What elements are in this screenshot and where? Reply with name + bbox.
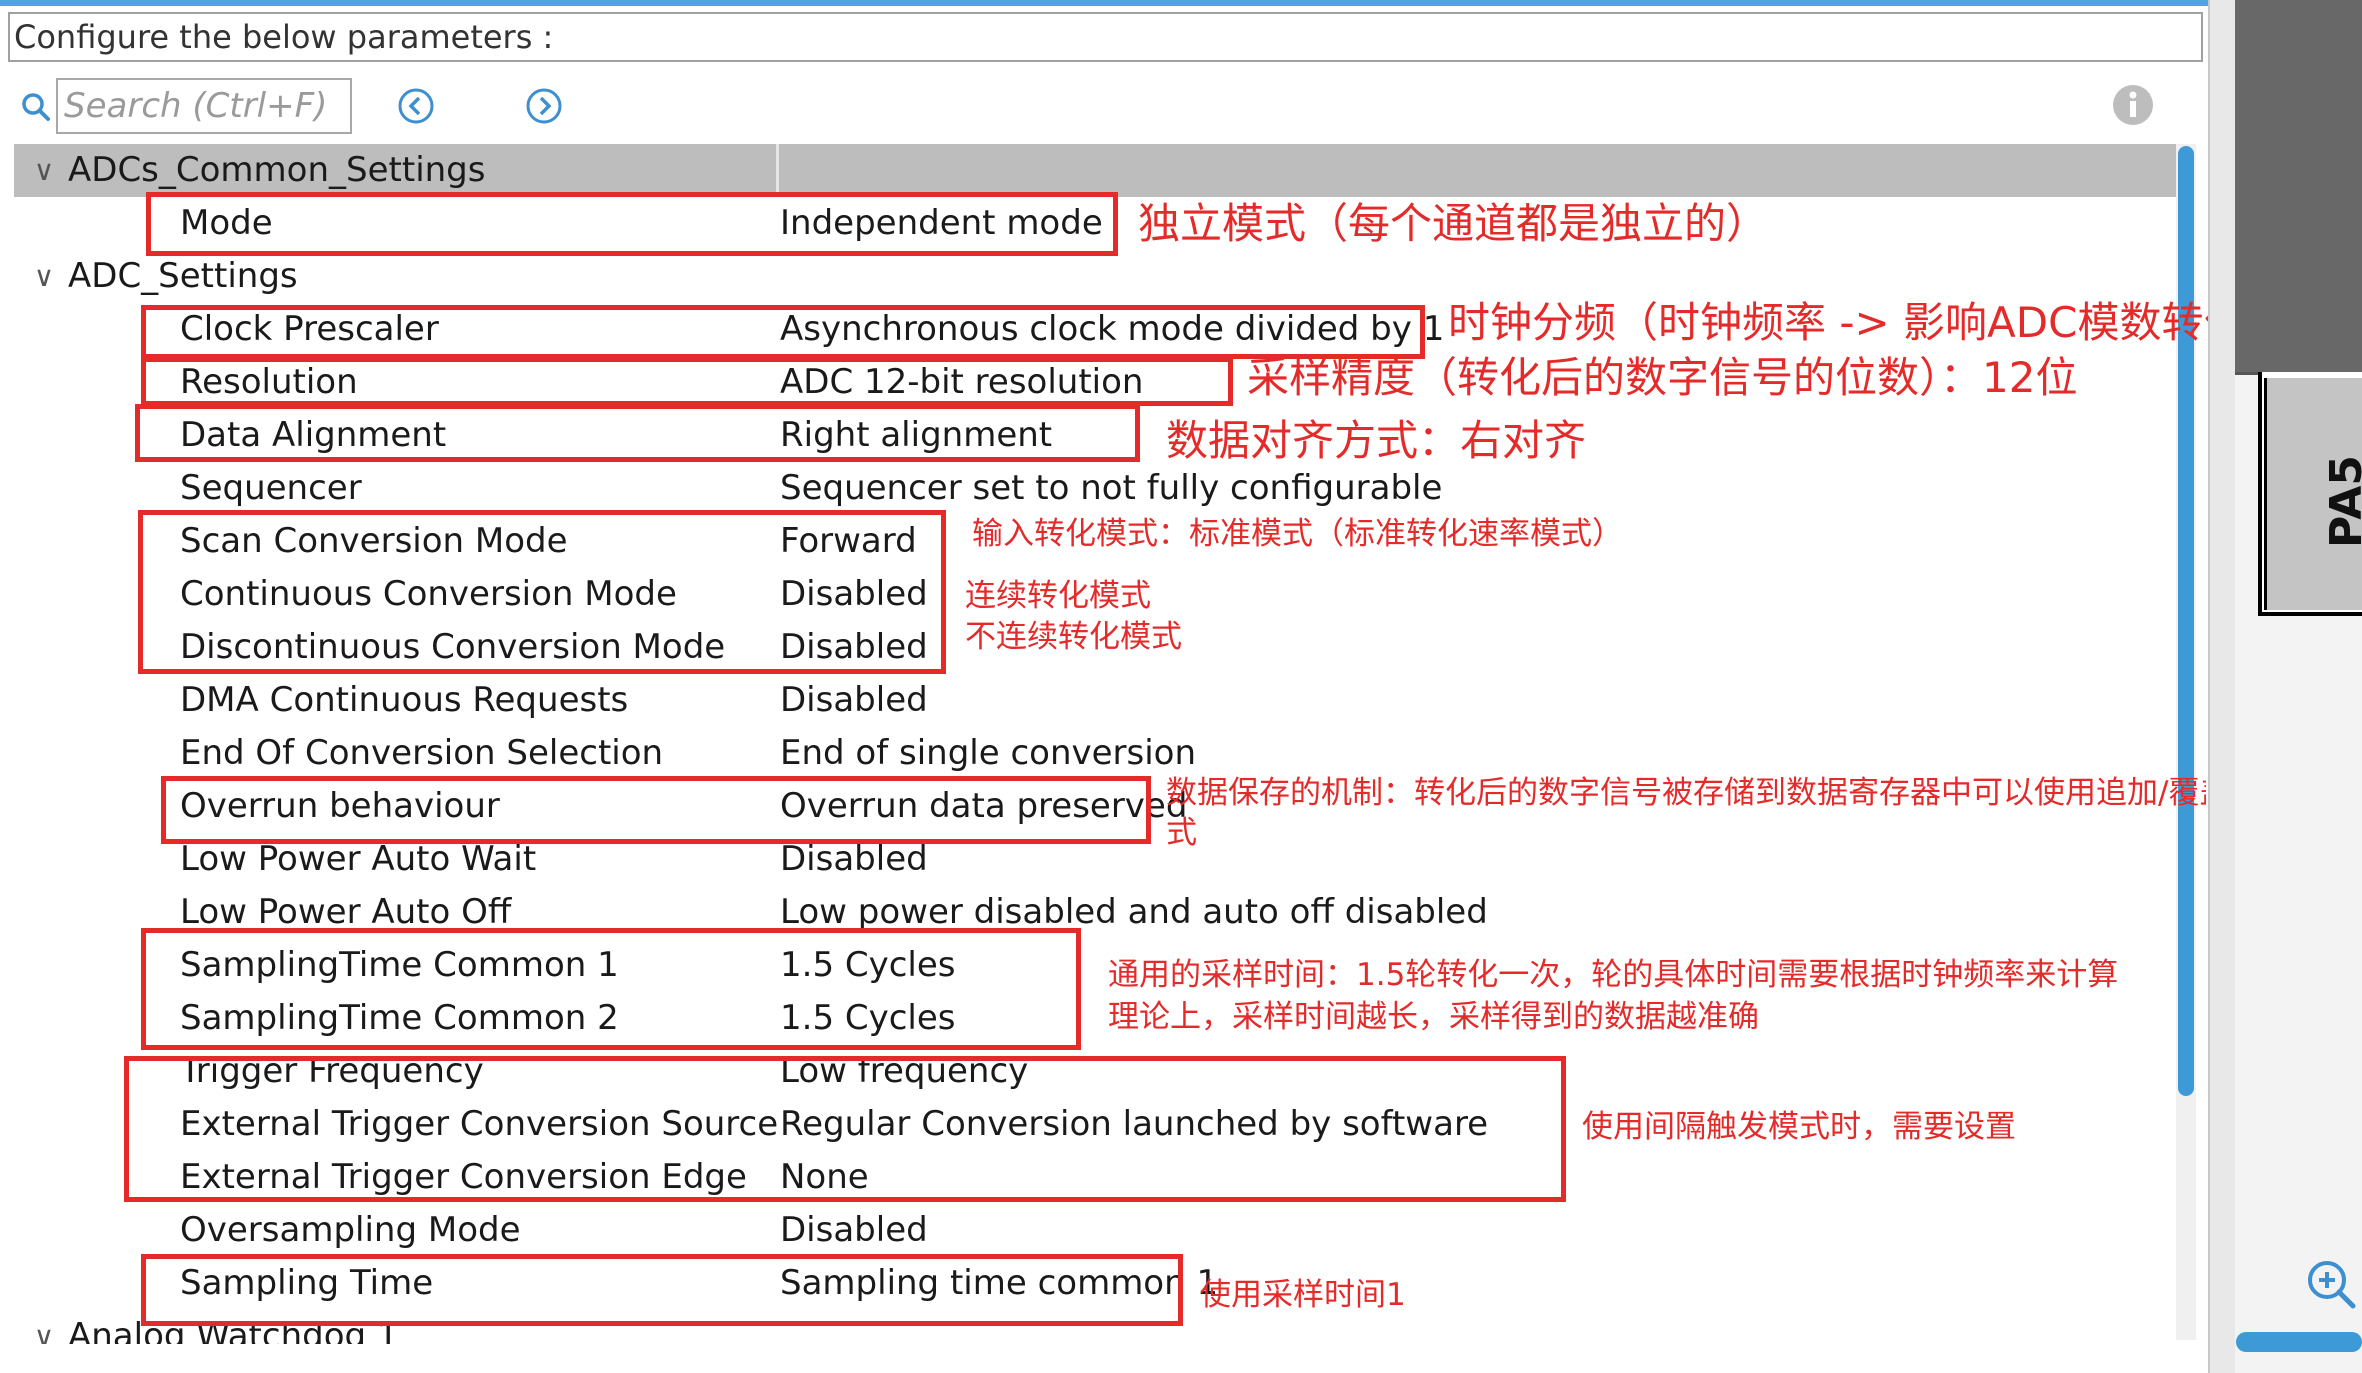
zoom-in-icon[interactable] xyxy=(2303,1256,2359,1312)
annotation-note-sampling: 通用的采样时间：1.5轮转化一次，轮的具体时间需要根据时钟频率来计算 xyxy=(1108,957,2119,993)
group-label: ADC_Settings xyxy=(68,256,298,296)
annotation-box-overrun xyxy=(161,776,1151,844)
param-name: Oversampling Mode xyxy=(180,1210,521,1250)
annotation-note-sampling-time: 使用采样时间1 xyxy=(1200,1277,1406,1313)
param-row[interactable]: Sequencer Sequencer set to not fully con… xyxy=(14,462,2176,515)
info-icon[interactable] xyxy=(2110,82,2156,128)
annotation-box-clock xyxy=(141,305,1425,359)
annotation-note-continuous: 连续转化模式 xyxy=(965,578,1151,614)
chevron-down-icon[interactable]: ∨ xyxy=(20,1320,68,1344)
annotation-note-resolution: 采样精度（转化后的数字信号的位数）：12位 xyxy=(1247,353,2078,402)
search-icon[interactable] xyxy=(20,91,52,123)
param-value[interactable]: Disabled xyxy=(780,1204,928,1257)
annotation-note-trigger: 使用间隔触发模式时，需要设置 xyxy=(1582,1109,2016,1145)
annotation-box-sampling-time xyxy=(141,1254,1183,1326)
annotation-note-scan: 输入转化模式：标准模式（标准转化速率模式） xyxy=(972,516,1623,552)
param-name: End Of Conversion Selection xyxy=(180,733,664,773)
circle-chevron-right-icon[interactable] xyxy=(524,86,564,126)
annotation-note-discontinuous: 不连续转化模式 xyxy=(965,619,1182,655)
column-separator xyxy=(776,144,779,197)
param-name: DMA Continuous Requests xyxy=(180,680,629,720)
param-name: Sequencer xyxy=(180,468,362,508)
chip-body xyxy=(2235,0,2362,372)
param-value[interactable]: Sequencer set to not fully configurable xyxy=(780,462,1442,515)
param-value[interactable]: End of single conversion xyxy=(780,727,1196,780)
annotation-box-conversion xyxy=(138,510,946,674)
circle-chevron-left-icon[interactable] xyxy=(396,86,436,126)
annotation-box-alignment xyxy=(135,404,1140,462)
annotation-note-sampling-theory: 理论上，采样时间越长，采样得到的数据越准确 xyxy=(1108,999,1759,1035)
panel-splitter[interactable] xyxy=(2208,0,2235,1373)
group-label: ADCs_Common_Settings xyxy=(68,150,486,190)
annotation-box-resolution xyxy=(141,357,1233,406)
search-input[interactable] xyxy=(56,78,352,134)
annotation-note-overrun: 数据保存的机制：转化后的数字信号被存储到数据寄存器中可以使用追加/覆盖的方 xyxy=(1166,775,2206,811)
annotation-box-mode xyxy=(146,192,1118,256)
chevron-down-icon[interactable]: ∨ xyxy=(20,250,68,303)
horizontal-scrollbar-thumb[interactable] xyxy=(2236,1332,2362,1352)
chevron-down-icon[interactable]: ∨ xyxy=(20,144,68,197)
window-top-strip xyxy=(0,0,2208,6)
param-value[interactable]: Disabled xyxy=(780,674,928,727)
toolbar xyxy=(0,74,2208,140)
annotation-note-overrun-cont: 式 xyxy=(1166,815,1197,851)
vertical-scrollbar-thumb[interactable] xyxy=(2178,146,2194,1096)
param-row[interactable]: DMA Continuous Requests Disabled xyxy=(14,674,2176,727)
annotation-note-alignment: 数据对齐方式：右对齐 xyxy=(1166,416,1587,465)
pin-label: PA5 xyxy=(2320,455,2362,548)
annotation-box-sampling xyxy=(141,928,1081,1050)
param-row[interactable]: Oversampling Mode Disabled xyxy=(14,1204,2176,1257)
panel-header: Configure the below parameters : xyxy=(8,12,2203,62)
annotation-note-mode: 独立模式（每个通道都是独立的） xyxy=(1138,199,1769,248)
annotation-box-trigger xyxy=(124,1056,1566,1202)
annotation-note-clock: 时钟分频（时钟频率 -> 影响ADC模数转化的速率） xyxy=(1448,298,2208,347)
group-adcs-common-settings[interactable]: ∨ ADCs_Common_Settings xyxy=(14,144,2176,197)
